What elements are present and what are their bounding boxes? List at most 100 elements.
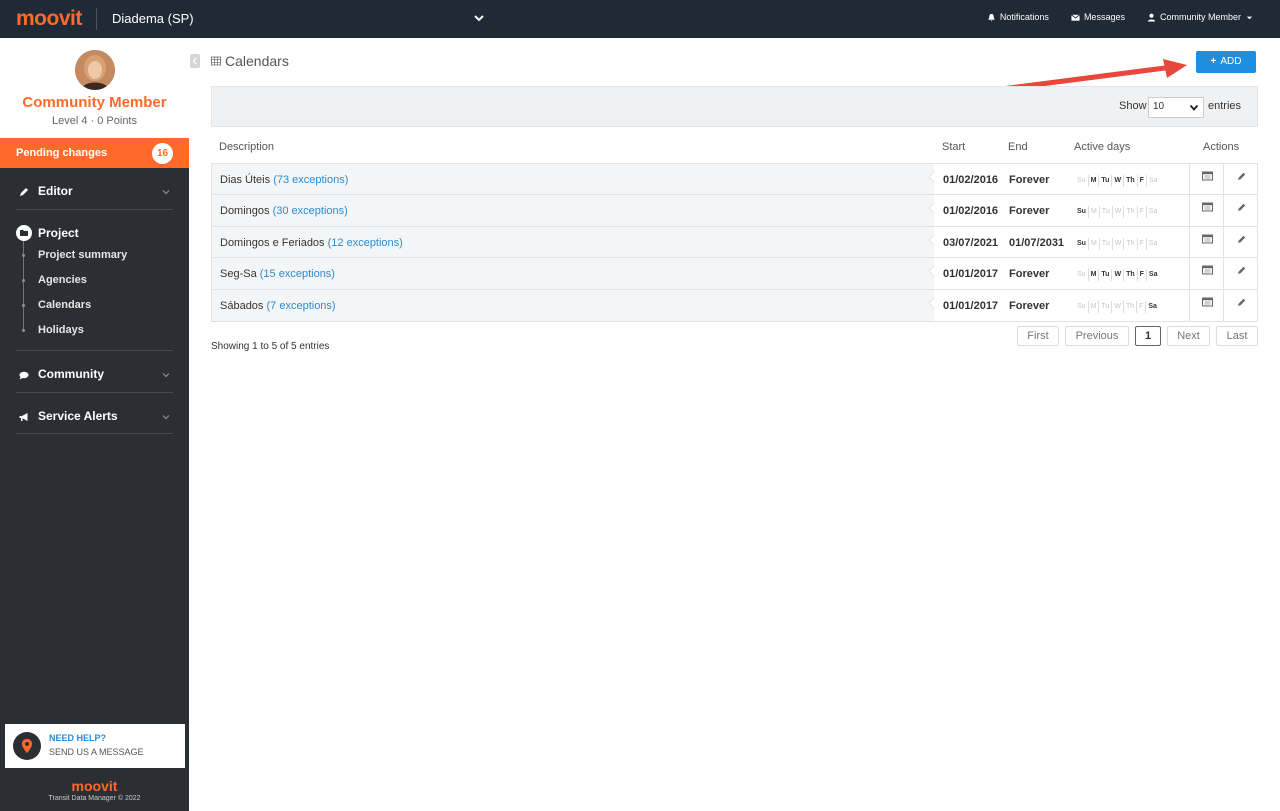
user-icon	[1147, 13, 1156, 22]
user-menu[interactable]: Community Member	[1147, 12, 1254, 22]
day-indicator: M	[1089, 300, 1100, 313]
add-calendar-button[interactable]: + ADD	[1196, 51, 1256, 73]
view-calendar-button[interactable]	[1189, 226, 1223, 258]
day-indicator: Tu	[1100, 206, 1113, 219]
city-selector-label[interactable]: Diadema (SP)	[112, 11, 194, 26]
edit-calendar-button[interactable]	[1223, 164, 1257, 195]
description-cell: Domingos e Feriados (12 exceptions)	[212, 226, 934, 258]
column-header-start[interactable]: Start	[942, 141, 965, 153]
start-date: 03/07/2021	[943, 236, 999, 249]
envelope-icon	[1071, 13, 1080, 21]
pagination-page-1[interactable]: 1	[1135, 326, 1161, 346]
top-navbar: moovit Diadema (SP) Notifications Messag…	[0, 0, 1280, 38]
table-row[interactable]: Sábados (7 exceptions) 01/01/2017 Forever S…	[212, 289, 1257, 321]
calendar-name: Seg-Sa	[220, 268, 257, 281]
day-indicator: Sa	[1148, 302, 1157, 310]
view-calendar-button[interactable]	[1189, 195, 1223, 226]
profile-card: Community Member Level 4 · 0 Points	[0, 38, 189, 138]
notifications-label: Notifications	[999, 12, 1049, 22]
show-label: Show	[1119, 100, 1147, 112]
pending-changes-button[interactable]: Pending changes 16	[0, 138, 189, 168]
sidebar-item-agencies[interactable]: Agencies	[38, 274, 87, 286]
moovit-logo[interactable]: moovit	[16, 7, 82, 31]
active-days: Su M Tu W Th F Sa	[1075, 237, 1159, 250]
page-title-text: Calendars	[225, 53, 289, 69]
edit-calendar-button[interactable]	[1223, 258, 1257, 289]
exceptions-link[interactable]: (30 exceptions)	[273, 205, 348, 217]
table-filter-bar: Show 10 entries	[211, 86, 1258, 127]
column-header-end[interactable]: End	[1008, 141, 1028, 153]
profile-level: Level 4 · 0 Points	[52, 115, 137, 127]
day-indicator: M	[1089, 175, 1100, 187]
exceptions-link[interactable]: (15 exceptions)	[260, 268, 335, 280]
megaphone-icon	[19, 413, 28, 421]
day-indicator: Sa	[1148, 239, 1158, 247]
sidebar: Community Member Level 4 · 0 Points Pend…	[0, 38, 189, 811]
sidebar-item-service-alerts[interactable]: Service Alerts	[16, 409, 173, 425]
chevron-down-icon	[1189, 104, 1199, 111]
day-indicator: Th	[1124, 237, 1138, 250]
day-indicator: Th	[1124, 175, 1138, 187]
pencil-icon	[1238, 172, 1246, 180]
entries-label: entries	[1208, 100, 1242, 112]
active-days: Su M Tu W Th F Sa	[1075, 206, 1159, 219]
pagination-last[interactable]: Last	[1216, 326, 1258, 346]
sidebar-collapse-button[interactable]	[190, 54, 200, 68]
day-indicator: F	[1138, 206, 1147, 219]
messages-link[interactable]: Messages	[1071, 12, 1125, 22]
description-cell: Seg-Sa (15 exceptions)	[212, 258, 934, 289]
table-row[interactable]: Seg-Sa (15 exceptions) 01/01/2017 Forever S…	[212, 258, 1257, 290]
divider	[96, 8, 97, 30]
start-date: 01/02/2016	[943, 174, 999, 186]
table-row[interactable]: Dias Úteis (73 exceptions) 01/02/2016 Fore…	[212, 164, 1257, 196]
column-header-active-days[interactable]: Active days	[1074, 141, 1130, 153]
table-row[interactable]: Domingos e Feriados (12 exceptions) 03/07…	[212, 226, 1257, 259]
day-indicator: Th	[1124, 300, 1138, 313]
column-header-description[interactable]: Description	[219, 141, 274, 153]
folder-icon	[16, 225, 32, 241]
sidebar-item-community[interactable]: Community	[16, 367, 173, 383]
messages-label: Messages	[1083, 12, 1125, 22]
day-indicator: M	[1089, 237, 1100, 250]
notifications-link[interactable]: Notifications	[987, 12, 1049, 22]
chevron-down-icon	[162, 415, 170, 420]
day-indicator: Su	[1075, 206, 1089, 219]
sidebar-item-holidays[interactable]: Holidays	[38, 324, 84, 336]
pagination-previous[interactable]: Previous	[1065, 326, 1129, 346]
end-date: Forever	[1009, 205, 1050, 218]
sidebar-item-project[interactable]: Project	[38, 226, 79, 240]
help-title: NEED HELP?	[49, 733, 107, 743]
pagination-first[interactable]: First	[1017, 326, 1059, 346]
sidebar-item-calendars[interactable]: Calendars	[38, 299, 91, 311]
edit-calendar-button[interactable]	[1223, 226, 1257, 258]
exceptions-link[interactable]: (7 exceptions)	[267, 300, 336, 312]
pending-count-badge: 16	[152, 143, 173, 164]
pencil-icon	[1238, 204, 1246, 212]
exceptions-link[interactable]: (73 exceptions)	[273, 174, 348, 186]
view-calendar-button[interactable]	[1189, 164, 1223, 195]
day-indicator: Su	[1075, 237, 1089, 250]
exceptions-link[interactable]: (12 exceptions)	[328, 237, 403, 249]
entries-per-page-select[interactable]: 10	[1148, 97, 1204, 118]
view-calendar-button[interactable]	[1189, 289, 1223, 321]
day-indicator: F	[1138, 237, 1147, 250]
calendar-icon	[1202, 171, 1213, 181]
day-indicator: Tu	[1099, 269, 1113, 282]
sidebar-item-editor[interactable]: Editor	[16, 184, 173, 200]
plus-icon: +	[1210, 56, 1217, 67]
profile-name: Community Member	[22, 94, 167, 111]
pencil-icon	[20, 188, 28, 196]
day-indicator: W	[1112, 300, 1124, 313]
calendar-icon	[1202, 265, 1213, 275]
pagination-next[interactable]: Next	[1167, 326, 1210, 346]
add-button-label: ADD	[1220, 56, 1242, 67]
need-help-box[interactable]: NEED HELP? SEND US A MESSAGE	[5, 724, 185, 768]
edit-calendar-button[interactable]	[1223, 195, 1257, 226]
avatar[interactable]	[75, 50, 115, 90]
table-row[interactable]: Domingos (30 exceptions) 01/02/2016 Foreve…	[212, 195, 1257, 227]
chevron-down-icon[interactable]	[472, 11, 486, 25]
sidebar-item-project-summary[interactable]: Project summary	[38, 249, 127, 261]
divider	[16, 433, 173, 434]
edit-calendar-button[interactable]	[1223, 289, 1257, 321]
view-calendar-button[interactable]	[1189, 258, 1223, 289]
